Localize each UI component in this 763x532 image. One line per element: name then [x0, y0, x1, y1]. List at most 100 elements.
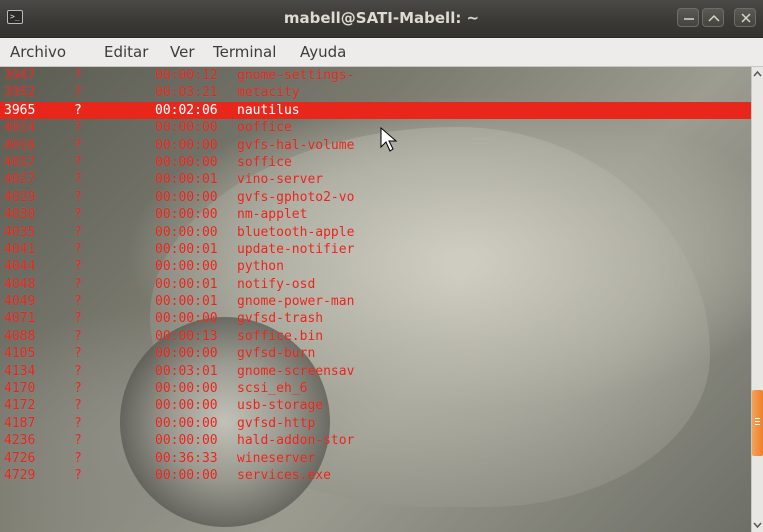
process-line: 4172? 00:00:00 usb-storage	[0, 397, 751, 414]
menu-archivo[interactable]: Archivo	[10, 43, 66, 61]
process-command: gvfsd-trash	[237, 311, 324, 327]
process-line: 4044? 00:00:00 python	[0, 258, 751, 275]
process-line: 4016? 00:00:00 gvfs-hal-volume	[0, 137, 751, 154]
process-line: 4029? 00:00:00 gvfs-gphoto2-vo	[0, 189, 751, 206]
process-time: 00:00:00	[155, 259, 218, 275]
menu-ver[interactable]: Ver	[170, 43, 195, 61]
process-time: 00:00:01	[155, 241, 218, 257]
process-line: 4017? 00:00:00 soffice	[0, 154, 751, 171]
process-pid: 4017	[4, 154, 36, 170]
process-pid: 4071	[4, 311, 36, 327]
process-time: 00:00:00	[155, 346, 218, 362]
process-line: 4049? 00:00:01 gnome-power-man	[0, 293, 751, 310]
terminal-output[interactable]: 3947? 00:00:12 gnome-settings- 3952? 00:03:2…	[0, 67, 751, 532]
process-time: 00:00:00	[155, 137, 218, 153]
process-time: 00:00:00	[155, 189, 218, 205]
process-tty: ?	[74, 102, 82, 118]
process-pid: 4027	[4, 172, 36, 188]
process-tty: ?	[74, 433, 82, 449]
process-line: 4187? 00:00:00 gvfsd-http	[0, 415, 751, 432]
process-tty: ?	[74, 363, 82, 379]
process-time: 00:03:01	[155, 363, 218, 379]
process-pid: 4041	[4, 241, 36, 257]
process-command: update-notifier	[237, 241, 355, 257]
process-time: 00:00:00	[155, 207, 218, 223]
process-pid: 4049	[4, 294, 36, 310]
process-line: 4236? 00:00:00 hald-addon-stor	[0, 432, 751, 449]
process-tty: ?	[74, 207, 82, 223]
process-line: 3947? 00:00:12 gnome-settings-	[0, 67, 751, 84]
process-tty: ?	[74, 346, 82, 362]
process-line: 4105? 00:00:00 gvfsd-burn	[0, 345, 751, 362]
process-command: python	[237, 259, 284, 275]
process-pid: 3952	[4, 85, 36, 101]
process-command: bluetooth-apple	[237, 224, 355, 240]
process-pid: 4014	[4, 120, 36, 136]
close-button[interactable]	[734, 8, 756, 27]
process-time: 00:00:01	[155, 294, 218, 310]
process-time: 00:00:00	[155, 311, 218, 327]
process-line: 3952? 00:03:21 metacity	[0, 84, 751, 101]
menu-ayuda[interactable]: Ayuda	[300, 43, 346, 61]
process-line: 4048? 00:00:01 notify-osd	[0, 276, 751, 293]
process-tty: ?	[74, 154, 82, 170]
title-bar[interactable]: >_ mabell@SATI-Mabell: ~	[0, 0, 763, 38]
process-pid: 3965	[4, 102, 36, 118]
process-pid: 4088	[4, 328, 36, 344]
scroll-thumb[interactable]	[752, 390, 763, 456]
process-command: nm-applet	[237, 207, 308, 223]
process-command: services.exe	[237, 467, 331, 483]
process-tty: ?	[74, 85, 82, 101]
window-title: mabell@SATI-Mabell: ~	[283, 9, 480, 27]
menu-editar[interactable]: Editar	[104, 43, 148, 61]
process-line: 4071? 00:00:00 gvfsd-trash	[0, 310, 751, 327]
process-time: 00:03:21	[155, 85, 218, 101]
process-pid: 4726	[4, 450, 36, 466]
process-tty: ?	[74, 328, 82, 344]
menu-bar: Archivo Editar Ver Terminal Ayuda	[0, 38, 763, 67]
process-command: gvfsd-burn	[237, 346, 316, 362]
process-pid: 4134	[4, 363, 36, 379]
process-command: gnome-settings-	[237, 68, 355, 83]
process-pid: 4236	[4, 433, 36, 449]
process-tty: ?	[74, 172, 82, 188]
process-tty: ?	[74, 450, 82, 466]
scroll-up-icon[interactable]	[752, 67, 763, 81]
process-time: 00:00:00	[155, 381, 218, 397]
process-command: soffice.bin	[237, 328, 324, 344]
minimize-button[interactable]	[677, 8, 699, 27]
process-tty: ?	[74, 241, 82, 257]
process-line: 4729? 00:00:00 services.exe	[0, 467, 751, 484]
process-command: gnome-screensav	[237, 363, 355, 379]
process-tty: ?	[74, 415, 82, 431]
process-pid: 4105	[4, 346, 36, 362]
maximize-icon	[708, 14, 720, 22]
process-time: 00:00:00	[155, 433, 218, 449]
process-line: 3965? 00:02:06 nautilus	[0, 101, 751, 120]
process-pid: 4029	[4, 189, 36, 205]
process-time: 00:00:13	[155, 328, 218, 344]
process-time: 00:00:00	[155, 120, 218, 136]
process-command: ooffice	[237, 120, 292, 136]
process-line: 4035? 00:00:00 bluetooth-apple	[0, 224, 751, 241]
process-pid: 4035	[4, 224, 36, 240]
process-pid: 4048	[4, 276, 36, 292]
menu-terminal[interactable]: Terminal	[213, 43, 276, 61]
process-tty: ?	[74, 381, 82, 397]
process-line: 4030? 00:00:00 nm-applet	[0, 206, 751, 223]
close-icon	[741, 13, 751, 23]
process-tty: ?	[74, 224, 82, 240]
vertical-scrollbar[interactable]	[751, 67, 763, 532]
maximize-button[interactable]	[702, 8, 724, 27]
process-command: gnome-power-man	[237, 294, 355, 310]
process-command: soffice	[237, 154, 292, 170]
process-time: 00:00:00	[155, 224, 218, 240]
scroll-down-icon[interactable]	[752, 518, 763, 532]
process-tty: ?	[74, 398, 82, 414]
process-pid: 4044	[4, 259, 36, 275]
process-time: 00:02:06	[155, 102, 218, 118]
process-command: nautilus	[237, 102, 300, 118]
process-command: gvfsd-http	[237, 415, 316, 431]
process-time: 00:00:01	[155, 276, 218, 292]
process-line: 4041? 00:00:01 update-notifier	[0, 241, 751, 258]
